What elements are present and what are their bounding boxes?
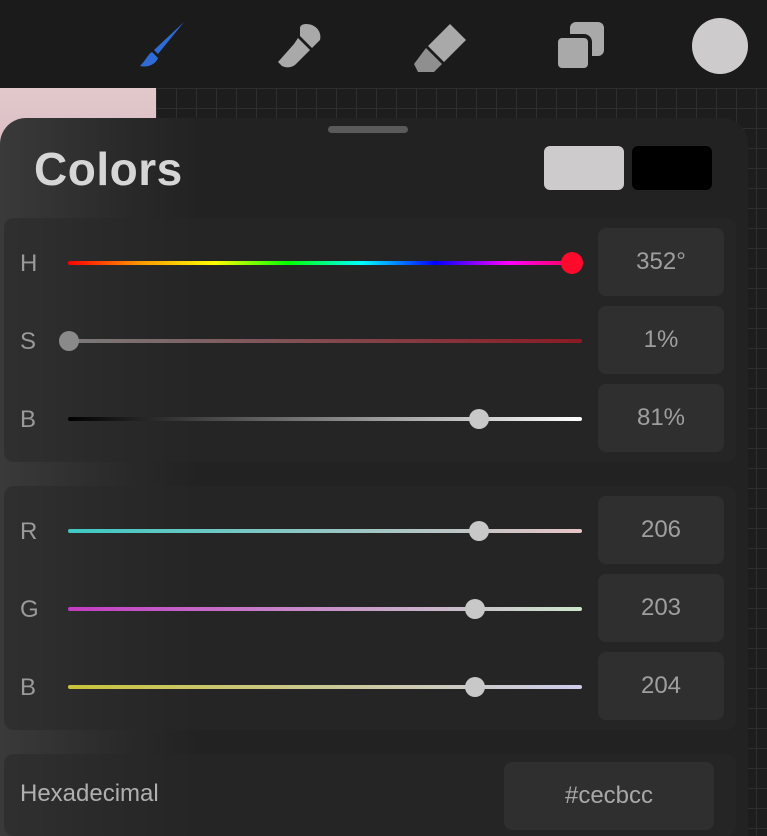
red-slider[interactable] <box>68 529 582 533</box>
saturation-slider-thumb[interactable] <box>59 331 79 351</box>
blue-slider-thumb[interactable] <box>465 677 485 697</box>
brightness-value-field[interactable]: 81% <box>598 384 724 452</box>
eraser-icon <box>414 24 466 72</box>
saturation-label: S <box>20 328 37 355</box>
layers-icon <box>554 22 604 72</box>
green-slider[interactable] <box>68 607 582 611</box>
green-label: G <box>20 596 39 623</box>
hue-label: H <box>20 250 38 277</box>
color-button[interactable] <box>688 14 752 78</box>
brush-icon <box>140 22 184 67</box>
green-value-field[interactable]: 203 <box>598 574 724 642</box>
colors-panel: Colors H 352° S 1% B 81% R 206 G 203 B 2… <box>0 118 748 836</box>
hexadecimal-row: Hexadecimal #cecbcc <box>4 754 736 836</box>
hsb-sliders-group: H 352° S 1% B 81% <box>4 218 736 462</box>
rgb-sliders-group: R 206 G 203 B 204 <box>4 486 736 730</box>
hexadecimal-label: Hexadecimal <box>20 780 159 807</box>
saturation-value-field[interactable]: 1% <box>598 306 724 374</box>
top-toolbar <box>0 0 767 88</box>
smudge-tool-button[interactable] <box>266 14 330 78</box>
blue-label: B <box>20 674 37 701</box>
panel-grabber-handle[interactable] <box>328 126 408 133</box>
saturation-slider[interactable] <box>68 339 582 343</box>
red-label: R <box>20 518 38 545</box>
brightness-slider-thumb[interactable] <box>469 409 489 429</box>
secondary-color-swatch[interactable] <box>632 146 712 190</box>
panel-title: Colors <box>34 143 183 195</box>
blue-slider[interactable] <box>68 685 582 689</box>
blue-value-field[interactable]: 204 <box>598 652 724 720</box>
color-icon <box>692 18 748 74</box>
eraser-tool-button[interactable] <box>408 14 472 78</box>
layers-tool-button[interactable] <box>548 14 612 78</box>
brush-tool-button[interactable] <box>128 14 192 78</box>
green-slider-thumb[interactable] <box>465 599 485 619</box>
hue-value-field[interactable]: 352° <box>598 228 724 296</box>
hue-slider[interactable] <box>68 261 582 265</box>
brightness-slider[interactable] <box>68 417 582 421</box>
primary-color-swatch[interactable] <box>544 146 624 190</box>
red-slider-thumb[interactable] <box>469 521 489 541</box>
smudge-icon <box>278 24 321 68</box>
brightness-label: B <box>20 406 37 433</box>
red-value-field[interactable]: 206 <box>598 496 724 564</box>
hexadecimal-value-field[interactable]: #cecbcc <box>504 762 714 830</box>
hue-slider-thumb[interactable] <box>561 252 583 274</box>
